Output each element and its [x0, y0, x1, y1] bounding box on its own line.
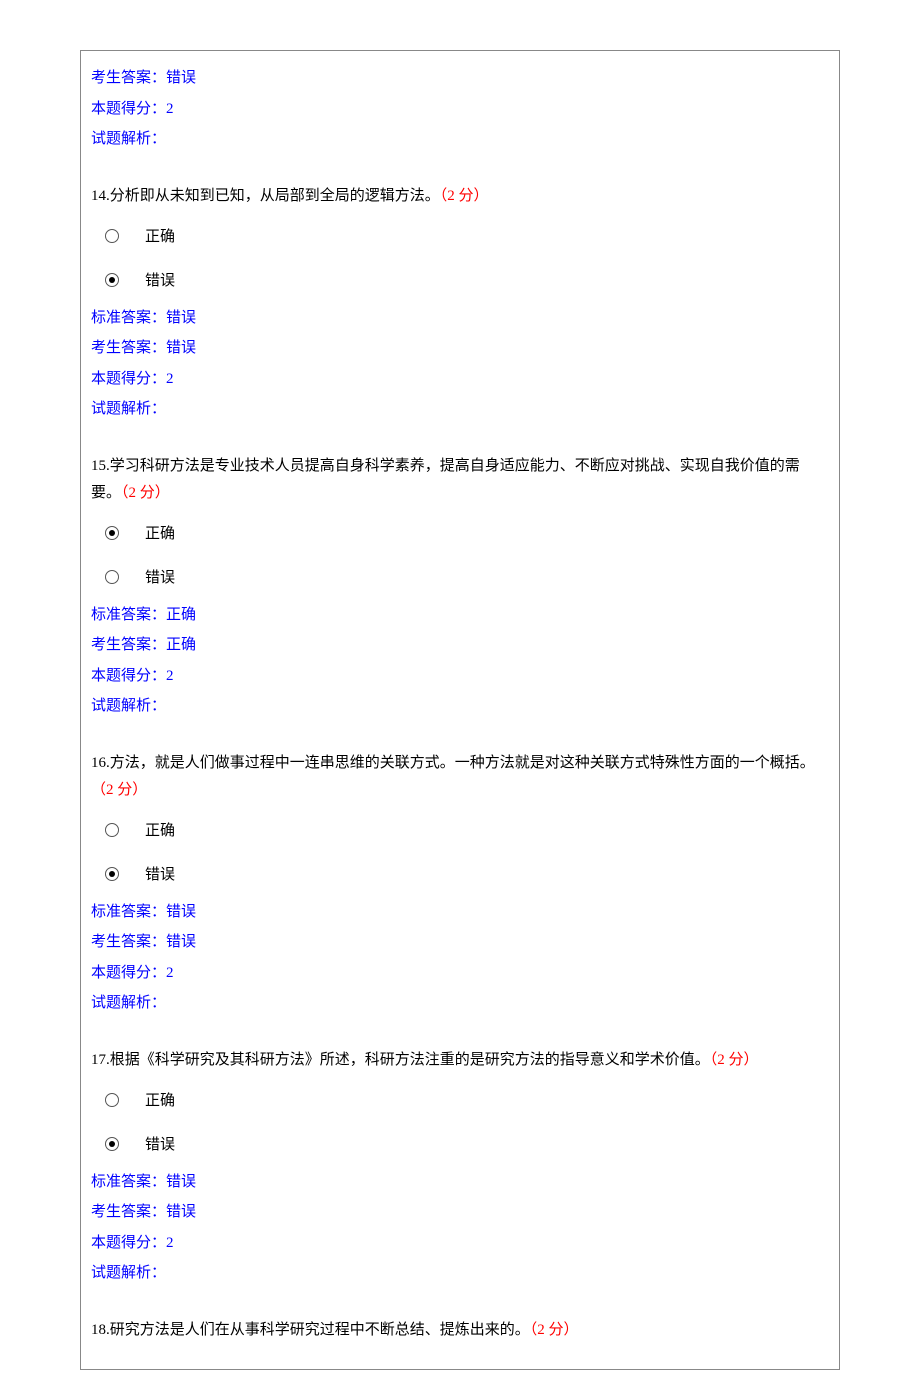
radio-icon — [105, 526, 119, 540]
question-points: （2 分） — [440, 188, 489, 204]
standard-answer: 标准答案：正确 — [91, 603, 829, 629]
radio-option-correct[interactable]: 正确 — [105, 1082, 829, 1118]
radio-label-correct: 正确 — [145, 225, 175, 246]
student-answer: 考生答案：错误 — [91, 1200, 829, 1226]
question-number: 14. — [91, 188, 110, 204]
radio-option-correct[interactable]: 正确 — [105, 812, 829, 848]
standard-answer-label: 标准答案： — [91, 1174, 166, 1190]
question-body: 方法，就是人们做事过程中一连串思维的关联方式。一种方法就是对这种关联方式特殊性方… — [110, 755, 815, 771]
standard-answer: 标准答案：错误 — [91, 1170, 829, 1196]
analysis-label: 试题解析： — [91, 401, 166, 417]
score-label: 本题得分： — [91, 1235, 166, 1251]
radio-option-incorrect[interactable]: 错误 — [105, 856, 829, 892]
radio-icon — [105, 1137, 119, 1151]
analysis-label: 试题解析： — [91, 131, 166, 147]
standard-answer-label: 标准答案： — [91, 310, 166, 326]
radio-label-incorrect: 错误 — [145, 566, 175, 587]
student-answer-label: 考生答案： — [91, 70, 166, 86]
student-answer-label: 考生答案： — [91, 340, 166, 356]
question-points: （2 分） — [121, 485, 170, 501]
radio-option-incorrect[interactable]: 错误 — [105, 559, 829, 595]
standard-answer-value: 错误 — [166, 1174, 196, 1190]
student-answer: 考生答案：正确 — [91, 633, 829, 659]
question-body: 研究方法是人们在从事科学研究过程中不断总结、提炼出来的。 — [110, 1322, 530, 1338]
question-number: 18. — [91, 1322, 110, 1338]
score-label: 本题得分： — [91, 965, 166, 981]
radio-label-correct: 正确 — [145, 1089, 175, 1110]
score-value: 2 — [166, 371, 174, 387]
radio-icon — [105, 823, 119, 837]
score-value: 2 — [166, 101, 174, 117]
question-18: 18.研究方法是人们在从事科学研究过程中不断总结、提炼出来的。（2 分） — [91, 1317, 829, 1344]
preamble-analysis: 试题解析： — [91, 127, 829, 153]
standard-answer-value: 错误 — [166, 904, 196, 920]
student-answer-value: 错误 — [166, 70, 196, 86]
analysis: 试题解析： — [91, 1261, 829, 1287]
radio-icon — [105, 867, 119, 881]
radio-icon — [105, 229, 119, 243]
standard-answer-label: 标准答案： — [91, 607, 166, 623]
radio-icon — [105, 1093, 119, 1107]
question-body: 根据《科学研究及其科研方法》所述，科研方法注重的是研究方法的指导意义和学术价值。 — [110, 1052, 710, 1068]
question-number: 16. — [91, 755, 110, 771]
analysis-label: 试题解析： — [91, 995, 166, 1011]
analysis-label: 试题解析： — [91, 698, 166, 714]
question-17: 17.根据《科学研究及其科研方法》所述，科研方法注重的是研究方法的指导意义和学术… — [91, 1047, 829, 1074]
student-answer-label: 考生答案： — [91, 1204, 166, 1220]
question-16: 16.方法，就是人们做事过程中一连串思维的关联方式。一种方法就是对这种关联方式特… — [91, 750, 829, 804]
score-value: 2 — [166, 668, 174, 684]
student-answer-label: 考生答案： — [91, 637, 166, 653]
score-label: 本题得分： — [91, 668, 166, 684]
radio-label-incorrect: 错误 — [145, 863, 175, 884]
student-answer-value: 错误 — [166, 1204, 196, 1220]
question-number: 15. — [91, 458, 110, 474]
radio-option-incorrect[interactable]: 错误 — [105, 262, 829, 298]
radio-label-incorrect: 错误 — [145, 1133, 175, 1154]
preamble-student-answer: 考生答案：错误 — [91, 66, 829, 92]
preamble-score: 本题得分：2 — [91, 97, 829, 123]
radio-icon — [105, 570, 119, 584]
question-body: 学习科研方法是专业技术人员提高自身科学素养，提高自身适应能力、不断应对挑战、实现… — [91, 458, 800, 501]
analysis: 试题解析： — [91, 991, 829, 1017]
question-points: （2 分） — [91, 782, 147, 798]
score-label: 本题得分： — [91, 371, 166, 387]
question-14: 14.分析即从未知到已知，从局部到全局的逻辑方法。（2 分） — [91, 183, 829, 210]
radio-label-correct: 正确 — [145, 522, 175, 543]
score-value: 2 — [166, 1235, 174, 1251]
student-answer: 考生答案：错误 — [91, 336, 829, 362]
radio-label-incorrect: 错误 — [145, 269, 175, 290]
radio-label-correct: 正确 — [145, 819, 175, 840]
analysis: 试题解析： — [91, 397, 829, 423]
question-points: （2 分） — [530, 1322, 579, 1338]
analysis-label: 试题解析： — [91, 1265, 166, 1281]
score-label: 本题得分： — [91, 101, 166, 117]
score-value: 2 — [166, 965, 174, 981]
student-answer-label: 考生答案： — [91, 934, 166, 950]
student-answer-value: 错误 — [166, 340, 196, 356]
radio-option-correct[interactable]: 正确 — [105, 515, 829, 551]
score: 本题得分：2 — [91, 367, 829, 393]
standard-answer-value: 正确 — [166, 607, 196, 623]
radio-option-incorrect[interactable]: 错误 — [105, 1126, 829, 1162]
student-answer-value: 错误 — [166, 934, 196, 950]
standard-answer: 标准答案：错误 — [91, 900, 829, 926]
score: 本题得分：2 — [91, 961, 829, 987]
score: 本题得分：2 — [91, 1231, 829, 1257]
score: 本题得分：2 — [91, 664, 829, 690]
question-15: 15.学习科研方法是专业技术人员提高自身科学素养，提高自身适应能力、不断应对挑战… — [91, 453, 829, 507]
question-points: （2 分） — [710, 1052, 759, 1068]
standard-answer-label: 标准答案： — [91, 904, 166, 920]
question-number: 17. — [91, 1052, 110, 1068]
question-body: 分析即从未知到已知，从局部到全局的逻辑方法。 — [110, 188, 440, 204]
radio-icon — [105, 273, 119, 287]
page-container: 考生答案：错误 本题得分：2 试题解析： 14.分析即从未知到已知，从局部到全局… — [80, 50, 840, 1370]
standard-answer: 标准答案：错误 — [91, 306, 829, 332]
student-answer-value: 正确 — [166, 637, 196, 653]
standard-answer-value: 错误 — [166, 310, 196, 326]
analysis: 试题解析： — [91, 694, 829, 720]
student-answer: 考生答案：错误 — [91, 930, 829, 956]
radio-option-correct[interactable]: 正确 — [105, 218, 829, 254]
